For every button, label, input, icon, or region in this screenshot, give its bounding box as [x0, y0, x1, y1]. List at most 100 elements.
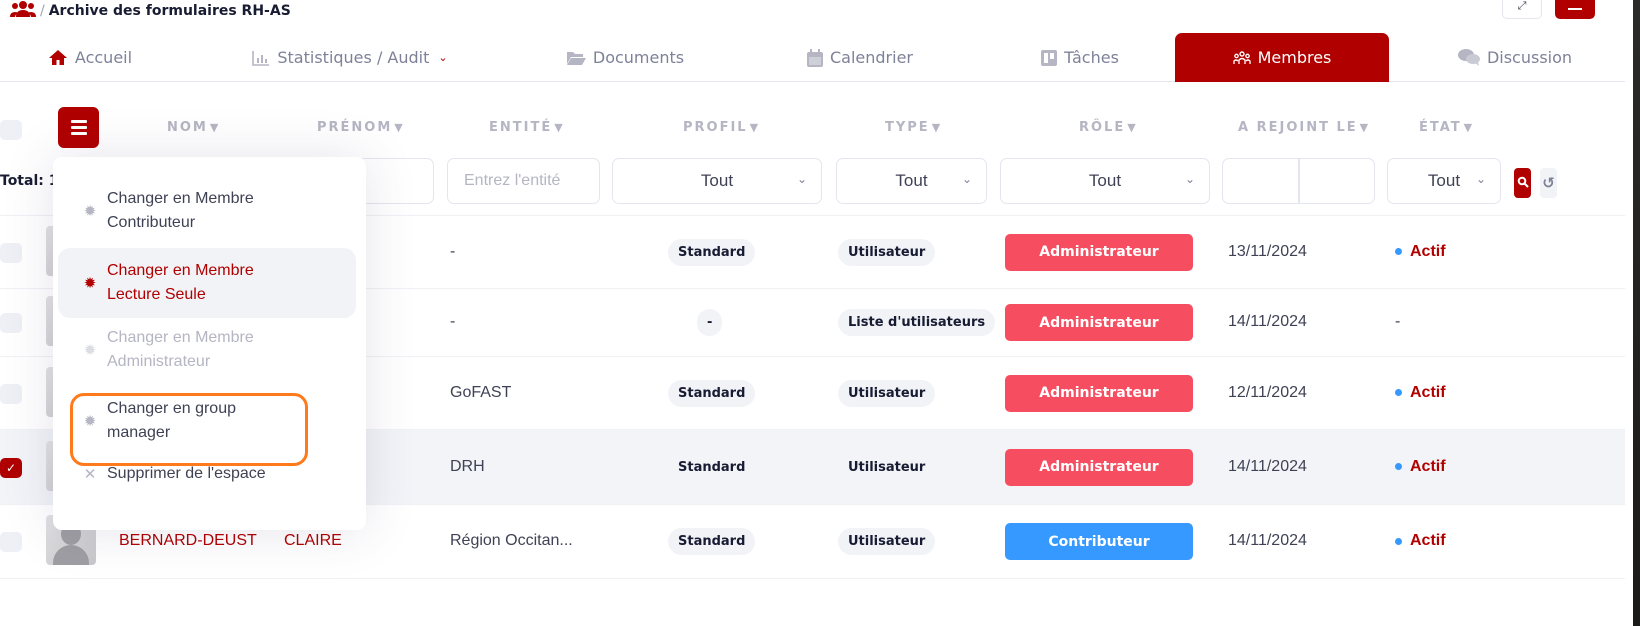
- status-dot-icon: [1395, 463, 1402, 470]
- tab-documents[interactable]: Documents: [560, 33, 690, 82]
- role-badge[interactable]: Administrateur: [1005, 374, 1193, 412]
- gear-icon: ✹: [83, 202, 97, 220]
- calendar-icon: [806, 48, 823, 67]
- select-all-checkbox[interactable]: [0, 120, 22, 140]
- dropdown-item[interactable]: ✕ Supprimer de l'espace: [58, 453, 356, 495]
- tab-label: Tâches: [1064, 48, 1119, 67]
- type-badge: Utilisateur: [838, 238, 936, 266]
- tab-calendrier[interactable]: Calendrier: [795, 33, 925, 82]
- tab-statistiques-audit[interactable]: Statistiques / Audit ⌄: [245, 33, 455, 82]
- chevron-down-icon: ⌄: [796, 172, 807, 186]
- member-entity: Région Occitan...: [450, 532, 573, 549]
- column-header-etat[interactable]: ÉTAT ▼: [1419, 120, 1472, 135]
- tab-label: Membres: [1257, 48, 1332, 67]
- column-header-nom[interactable]: NOM ▼: [167, 120, 218, 135]
- profile-badge: -: [697, 309, 723, 336]
- minimize-button[interactable]: [1555, 0, 1595, 19]
- column-header-type[interactable]: TYPE ▼: [885, 120, 940, 135]
- kanban-icon: [1041, 49, 1058, 66]
- folder-open-icon: [566, 50, 586, 66]
- row-checkbox[interactable]: [0, 532, 22, 552]
- type-badge: Liste d'utilisateurs: [838, 309, 996, 336]
- tab-label: Calendrier: [829, 48, 913, 67]
- status-indicator: -: [1395, 313, 1400, 331]
- search-button[interactable]: [1514, 168, 1531, 198]
- bulk-actions-menu-button[interactable]: [58, 107, 99, 148]
- dropdown-item[interactable]: ✹ Changer en group manager: [58, 389, 356, 453]
- status-indicator: Actif: [1395, 532, 1446, 550]
- expand-button[interactable]: ⤢: [1502, 0, 1542, 19]
- reset-filters-button[interactable]: ↺: [1540, 168, 1557, 198]
- dropdown-item: ✹ Changer en Membre Administrateur: [58, 319, 356, 381]
- member-last-name[interactable]: BERNARD-DEUST: [119, 532, 257, 550]
- joined-date: 12/11/2024: [1228, 383, 1307, 401]
- status-label: Actif: [1410, 532, 1446, 549]
- status-label: Actif: [1410, 242, 1446, 260]
- role-badge[interactable]: Administrateur: [1005, 233, 1193, 271]
- chevron-down-icon: ▼: [931, 121, 941, 134]
- row-checkbox[interactable]: ✓: [0, 457, 22, 478]
- close-icon: ✕: [83, 465, 97, 483]
- profile-badge: Standard: [668, 528, 756, 555]
- tab-accueil[interactable]: Accueil: [40, 33, 140, 82]
- row-checkbox[interactable]: [0, 313, 22, 333]
- type-badge: Utilisateur: [838, 379, 936, 407]
- comments-icon: [1457, 49, 1480, 66]
- role-filter-select[interactable]: Tout ⌄: [1000, 158, 1210, 204]
- date-to-input[interactable]: [1300, 159, 1375, 203]
- chevron-down-icon: ▼: [749, 121, 759, 134]
- select-value: Tout: [700, 171, 734, 190]
- profile-badge: Standard: [668, 379, 756, 407]
- dropdown-item[interactable]: ✹ Changer en Membre Lecture Seule: [58, 248, 356, 318]
- tab-taches[interactable]: Tâches: [1030, 33, 1130, 82]
- select-value: Tout: [895, 171, 928, 190]
- chevron-down-icon: ⌄: [961, 172, 972, 186]
- bar-chart-icon: [252, 50, 270, 66]
- chevron-down-icon: ⌄: [438, 51, 448, 64]
- row-checkbox[interactable]: [0, 383, 22, 404]
- minimize-icon: [1568, 7, 1582, 10]
- breadcrumb: / Archive des formulaires RH-AS: [10, 0, 291, 22]
- dropdown-item[interactable]: ✹ Changer en Membre Contributeur: [58, 180, 356, 242]
- date-from-input[interactable]: [1223, 159, 1300, 203]
- gear-icon: ✹: [83, 412, 97, 430]
- role-badge[interactable]: Contributeur: [1005, 523, 1193, 560]
- type-filter-select[interactable]: Tout ⌄: [836, 158, 987, 204]
- row-checkbox[interactable]: [0, 242, 22, 263]
- column-header-date[interactable]: A REJOINT LE ▼: [1238, 120, 1368, 135]
- table-header: NOM ▼ PRÉNOM ▼ ENTITÉ ▼ PROFIL ▼ TYPE ▼ RÔLE ▼…: [0, 100, 1625, 156]
- joined-date: 14/11/2024: [1228, 457, 1307, 475]
- etat-filter-select[interactable]: Tout ⌄: [1387, 158, 1501, 204]
- column-label: ENTITÉ: [489, 120, 553, 135]
- column-label: PROFIL: [683, 120, 748, 135]
- role-badge[interactable]: Administrateur: [1005, 448, 1193, 486]
- tab-discussion[interactable]: Discussion: [1450, 33, 1580, 82]
- breadcrumb-separator: /: [40, 3, 45, 19]
- tab-membres[interactable]: Membres: [1175, 33, 1389, 82]
- members-page: / Archive des formulaires RH-AS ⤢ Accuei…: [0, 0, 1640, 626]
- column-header-profil[interactable]: PROFIL ▼: [683, 120, 758, 135]
- joined-date: 13/11/2024: [1228, 242, 1307, 260]
- column-header-prenom[interactable]: PRÉNOM ▼: [317, 120, 403, 135]
- dropdown-item-label: Changer en Membre Administrateur: [107, 329, 254, 370]
- tab-label: Statistiques / Audit: [277, 48, 430, 67]
- profil-filter-select[interactable]: Tout ⌄: [612, 158, 822, 204]
- dropdown-item-label: Changer en group manager: [107, 400, 236, 441]
- gear-icon: ✹: [83, 274, 97, 292]
- tab-label: Documents: [592, 48, 685, 67]
- status-label: Actif: [1410, 457, 1446, 475]
- expand-icon: ⤢: [1517, 0, 1527, 12]
- bulk-actions-dropdown: ✹ Changer en Membre Contributeur ✹ Changer e…: [53, 157, 366, 530]
- role-badge[interactable]: Administrateur: [1005, 304, 1193, 341]
- column-header-role[interactable]: RÔLE ▼: [1079, 120, 1136, 135]
- entite-filter-input[interactable]: Entrez l'entité: [447, 158, 600, 204]
- profile-badge: Standard: [678, 459, 746, 475]
- member-first-name[interactable]: CLAIRE: [284, 532, 342, 550]
- status-dot-icon: [1395, 537, 1402, 545]
- member-entity: DRH: [450, 457, 485, 475]
- column-header-entite[interactable]: ENTITÉ ▼: [489, 120, 563, 135]
- chevron-down-icon: ⌄: [1475, 172, 1486, 186]
- search-icon: [1517, 176, 1529, 191]
- users-icon: [10, 0, 36, 22]
- status-label: -: [1395, 313, 1401, 330]
